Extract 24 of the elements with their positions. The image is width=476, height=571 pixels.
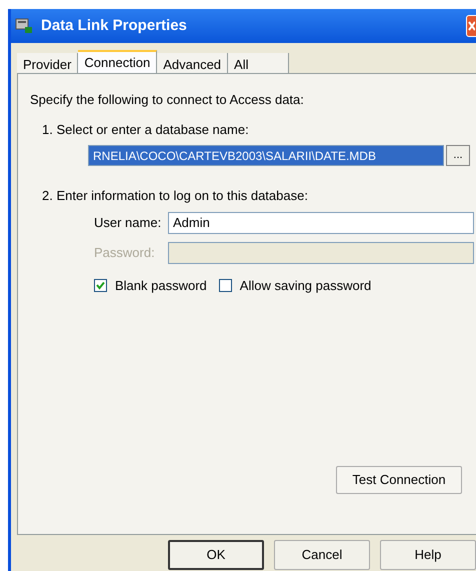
checkbox[interactable] <box>218 278 232 292</box>
check-icon <box>96 280 105 290</box>
database-name-field[interactable]: RNELIA\COCO\CARTEVB2003\SALARII\DATE.MDB <box>88 145 444 166</box>
step-label: 1. Select or enter a database name: <box>42 120 250 138</box>
app-icon <box>15 18 33 34</box>
step-label: 2. Enter information to log on to this database: <box>42 187 309 205</box>
dialog-button[interactable]: Cancel <box>274 540 370 570</box>
checkbox[interactable] <box>94 278 107 292</box>
tab[interactable]: Advanced <box>157 53 228 73</box>
test-connection-button[interactable]: Test Connection <box>336 466 462 494</box>
browse-button[interactable]: ... <box>446 145 470 166</box>
intro-text: Specify the following to connect to Access data: <box>30 91 305 109</box>
tab[interactable]: Connection <box>78 50 158 73</box>
window-title: Data Link Properties <box>41 16 188 36</box>
tab[interactable]: Provider <box>17 53 78 73</box>
field-label: User name: <box>94 214 162 232</box>
text-field[interactable]: Admin <box>168 212 474 234</box>
tab[interactable]: All <box>228 53 290 73</box>
dialog-button[interactable]: OK <box>168 540 264 570</box>
close-icon <box>467 20 475 32</box>
field-label: Password: <box>94 244 156 262</box>
dialog-button[interactable]: Help <box>380 540 476 570</box>
checkbox-label: Allow saving password <box>240 276 372 295</box>
checkbox-label: Blank password <box>115 276 207 295</box>
